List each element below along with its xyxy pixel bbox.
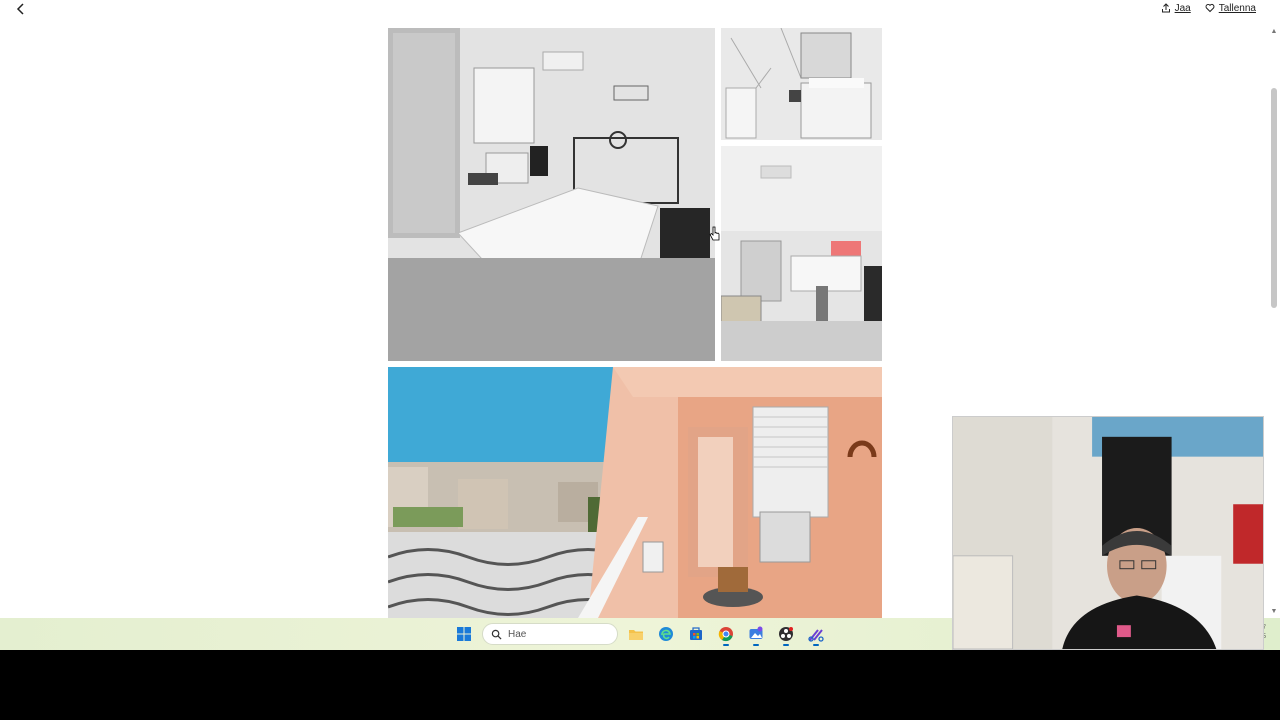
webcam-overlay bbox=[952, 416, 1264, 650]
page-scrollbar[interactable]: ▲ ▼ bbox=[1268, 28, 1280, 618]
share-button[interactable]: Jaa bbox=[1161, 3, 1191, 14]
scroll-up-icon[interactable]: ▲ bbox=[1270, 28, 1278, 36]
top-actions: Jaa Tallenna bbox=[1161, 0, 1256, 16]
snipping-tool-icon[interactable] bbox=[804, 622, 828, 646]
share-label: Jaa bbox=[1174, 2, 1191, 14]
photo-bedroom[interactable] bbox=[388, 28, 715, 361]
scroll-thumb[interactable] bbox=[1271, 88, 1277, 308]
obs-studio-icon[interactable] bbox=[774, 622, 798, 646]
file-explorer-icon[interactable] bbox=[624, 622, 648, 646]
edge-browser-icon[interactable] bbox=[654, 622, 678, 646]
photo-living-room[interactable] bbox=[721, 146, 882, 361]
heart-icon bbox=[1205, 3, 1215, 13]
microsoft-store-icon[interactable] bbox=[684, 622, 708, 646]
photo-bathroom[interactable] bbox=[721, 28, 882, 140]
chrome-browser-icon[interactable] bbox=[714, 622, 738, 646]
photos-app-icon[interactable] bbox=[744, 622, 768, 646]
taskbar-center: Hae bbox=[452, 622, 828, 646]
back-button[interactable] bbox=[10, 0, 32, 18]
photo-balcony-view[interactable] bbox=[388, 367, 882, 618]
share-icon bbox=[1161, 3, 1170, 13]
search-icon bbox=[491, 629, 502, 640]
photo-gallery bbox=[388, 28, 882, 618]
search-placeholder: Hae bbox=[508, 628, 527, 640]
letterbox-bar bbox=[0, 650, 1280, 720]
save-button[interactable]: Tallenna bbox=[1205, 3, 1256, 14]
save-label: Tallenna bbox=[1218, 2, 1256, 14]
taskbar-search-input[interactable]: Hae bbox=[482, 623, 618, 645]
windows-start-icon[interactable] bbox=[452, 622, 476, 646]
chevron-left-icon bbox=[16, 3, 24, 15]
scroll-down-icon[interactable]: ▼ bbox=[1270, 608, 1278, 616]
